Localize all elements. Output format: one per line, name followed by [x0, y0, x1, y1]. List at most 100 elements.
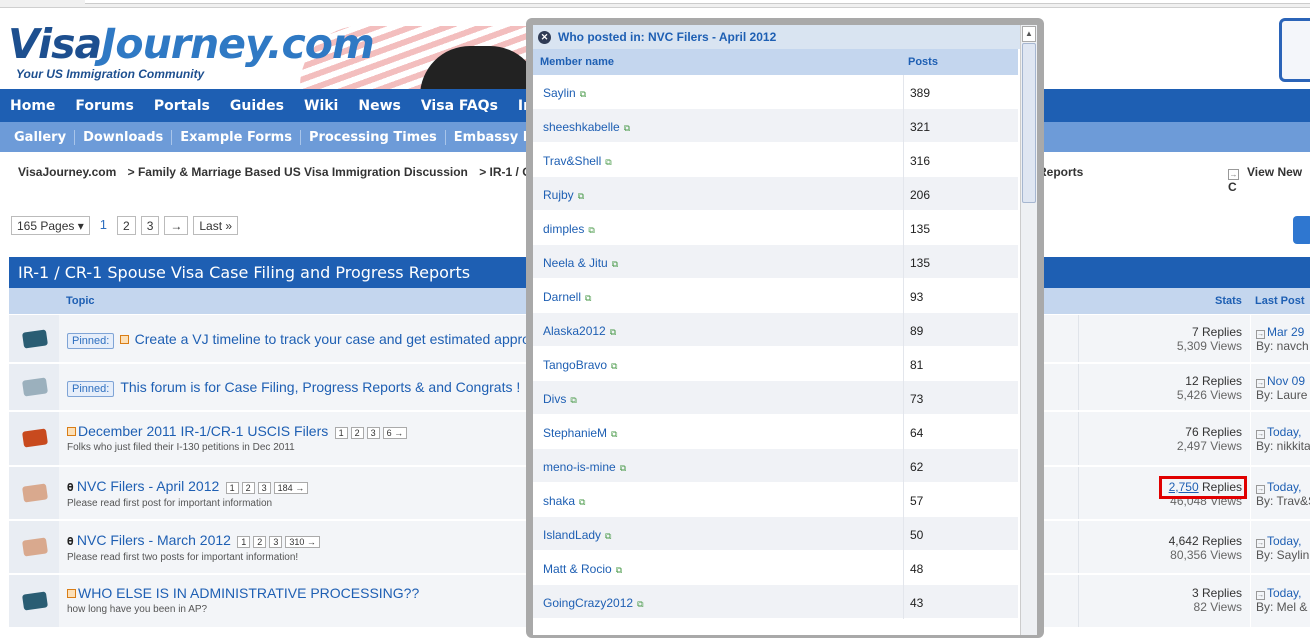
- page-3[interactable]: 3: [140, 216, 160, 235]
- popup-title: Who posted in: NVC Filers - April 2012: [558, 30, 777, 44]
- poster-name[interactable]: Darnell ⧉: [543, 290, 591, 304]
- breadcrumb: VisaJourney.com > Family & Marriage Base…: [18, 165, 558, 179]
- poster-row: Darnell ⧉ 93: [533, 279, 1018, 313]
- scroll-thumb[interactable]: [1022, 43, 1036, 203]
- poster-row: Matt & Rocio ⧉ 48: [533, 551, 1018, 585]
- topic-title[interactable]: NVC Filers - March 2012: [77, 532, 231, 548]
- topic-page-3[interactable]: 3: [257, 482, 271, 494]
- subnav-gallery[interactable]: Gallery: [6, 129, 76, 145]
- last-post[interactable]: → Today, By: nikkita: [1250, 412, 1310, 465]
- last-post[interactable]: → Mar 29 By: navch: [1250, 315, 1310, 362]
- row-icon-cell: [9, 364, 59, 410]
- popup-scrollbar[interactable]: ▲: [1020, 25, 1037, 635]
- arrow-icon: →: [1256, 539, 1265, 548]
- poster-name[interactable]: meno-is-mine ⧉: [543, 460, 626, 474]
- topic-page-last[interactable]: 184 →: [273, 482, 309, 494]
- site-logo[interactable]: VisaJourney.com: [8, 20, 375, 68]
- subnav-example-forms[interactable]: Example Forms: [172, 129, 301, 145]
- close-icon[interactable]: ✕: [538, 31, 551, 44]
- topic-title[interactable]: WHO ELSE IS IN ADMINISTRATIVE PROCESSING…: [78, 585, 419, 601]
- logo-journey-text: Journey.com: [101, 20, 375, 68]
- page-2[interactable]: 2: [117, 216, 136, 235]
- topic-title[interactable]: NVC Filers - April 2012: [77, 478, 219, 494]
- last-post[interactable]: → Today, By: Mel &: [1250, 575, 1310, 627]
- page-next[interactable]: →: [164, 216, 189, 235]
- nav-forums[interactable]: Forums: [75, 98, 133, 114]
- poster-row: StephanieM ⧉ 64: [533, 415, 1018, 449]
- folder-icon: [22, 377, 48, 397]
- start-topic-button[interactable]: [1293, 216, 1310, 244]
- topic-page-3[interactable]: 3: [366, 427, 380, 439]
- topic-title[interactable]: This forum is for Case Filing, Progress …: [120, 379, 520, 395]
- poster-name[interactable]: Saylin ⧉: [543, 86, 586, 100]
- logo-visa-text: Visa: [8, 20, 102, 68]
- topic-page-2[interactable]: 2: [253, 536, 267, 548]
- subnav-processing-times[interactable]: Processing Times: [301, 129, 446, 145]
- poster-name-text: Divs: [543, 392, 567, 406]
- external-link-icon: ⧉: [623, 123, 631, 133]
- poster-row: Divs ⧉ 73: [533, 381, 1018, 415]
- topic-page-3[interactable]: 3: [269, 536, 283, 548]
- poster-name[interactable]: IslandLady ⧉: [543, 528, 611, 542]
- topic-page-2[interactable]: 2: [350, 427, 364, 439]
- poster-name[interactable]: Neela & Jitu ⧉: [543, 256, 618, 270]
- site-tagline: Your US Immigration Community: [16, 67, 205, 81]
- external-link-icon: ⧉: [605, 531, 612, 541]
- poster-row: Saylin ⧉ 389: [533, 75, 1018, 109]
- poster-count: 73: [903, 381, 1018, 415]
- user-avatar[interactable]: [1279, 18, 1310, 82]
- col-last-post[interactable]: Last Post: [1255, 295, 1305, 307]
- scroll-up-icon[interactable]: ▲: [1022, 26, 1036, 42]
- breadcrumb-home[interactable]: VisaJourney.com: [18, 165, 116, 179]
- poster-row: GoingCrazy2012 ⧉ 43: [533, 585, 1018, 619]
- page-last[interactable]: Last »: [193, 216, 239, 235]
- hot-folder-icon: [22, 537, 48, 557]
- col-stats[interactable]: Stats: [1215, 295, 1242, 307]
- poster-name[interactable]: Matt & Rocio ⧉: [543, 562, 622, 576]
- topic-description: Please read first two posts for importan…: [67, 552, 299, 563]
- nav-guides[interactable]: Guides: [230, 98, 284, 114]
- topic-page-1[interactable]: 1: [237, 536, 251, 548]
- last-by: By: navch: [1256, 339, 1309, 353]
- arrow-icon: →: [1256, 330, 1265, 339]
- poster-name[interactable]: GoingCrazy2012 ⧉: [543, 596, 644, 610]
- poster-name[interactable]: shaka ⧉: [543, 494, 585, 508]
- poster-count: 50: [903, 517, 1018, 551]
- nav-news[interactable]: News: [358, 98, 400, 114]
- topic-page-last[interactable]: 6 →: [382, 427, 408, 439]
- nav-visa-faqs[interactable]: Visa FAQs: [421, 98, 498, 114]
- view-new-content[interactable]: → View New C: [1228, 165, 1310, 194]
- col-topic[interactable]: Topic: [66, 295, 95, 307]
- nav-home[interactable]: Home: [10, 98, 55, 114]
- address-bar-edge: [85, 0, 1310, 4]
- subnav-downloads[interactable]: Downloads: [75, 129, 173, 145]
- poster-name[interactable]: dimples ⧉: [543, 222, 595, 236]
- pinned-badge: Pinned:: [67, 333, 115, 349]
- last-post[interactable]: → Nov 09 By: Laure: [1250, 364, 1310, 410]
- nav-portals[interactable]: Portals: [154, 98, 210, 114]
- topic-title[interactable]: December 2011 IR-1/CR-1 USCIS Filers: [78, 423, 328, 439]
- nav-wiki[interactable]: Wiki: [304, 98, 338, 114]
- last-post[interactable]: → Today, By: Saylin: [1250, 521, 1310, 573]
- poster-name[interactable]: sheeshkabelle ⧉: [543, 120, 630, 134]
- poster-name[interactable]: Trav&Shell ⧉: [543, 154, 612, 168]
- external-link-icon: ⧉: [585, 293, 592, 303]
- poster-name[interactable]: StephanieM ⧉: [543, 426, 617, 440]
- pages-dropdown[interactable]: 165 Pages ▾: [11, 216, 90, 235]
- topic-page-last[interactable]: 310 →: [285, 536, 320, 548]
- topic-stats: 76 Replies 2,497 Views: [1078, 412, 1250, 465]
- external-link-icon: ⧉: [579, 497, 586, 507]
- poster-name[interactable]: Alaska2012 ⧉: [543, 324, 616, 338]
- topic-page-1[interactable]: 1: [334, 427, 348, 439]
- topic-title[interactable]: Create a VJ timeline to track your case …: [135, 331, 530, 347]
- breadcrumb-family[interactable]: > Family & Marriage Based US Visa Immigr…: [128, 165, 468, 179]
- topic-page-2[interactable]: 2: [241, 482, 255, 494]
- poster-name-text: dimples: [543, 222, 585, 236]
- poster-name[interactable]: Rujby ⧉: [543, 188, 584, 202]
- rss-icon: [67, 589, 76, 598]
- topic-page-1[interactable]: 1: [225, 482, 239, 494]
- external-link-icon: ⧉: [611, 361, 618, 371]
- poster-name[interactable]: TangoBravo ⧉: [543, 358, 617, 372]
- poster-name[interactable]: Divs ⧉: [543, 392, 577, 406]
- last-post[interactable]: →Today,By: Trav&S: [1250, 467, 1310, 519]
